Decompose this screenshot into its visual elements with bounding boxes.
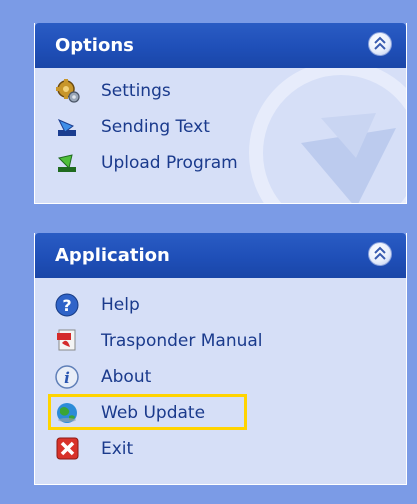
exit-x-icon: [55, 436, 81, 462]
application-panel-body: ? Help Trasponder Manual i About Web Upd…: [35, 278, 406, 484]
svg-text:?: ?: [62, 296, 71, 315]
options-panel-title: Options: [55, 35, 134, 56]
sending-text-item[interactable]: Sending Text: [55, 114, 210, 140]
trasponder-manual-label: Trasponder Manual: [101, 331, 263, 351]
options-panel-header[interactable]: Options: [35, 23, 406, 68]
settings-label: Settings: [101, 81, 171, 101]
web-update-label: Web Update: [101, 403, 206, 423]
web-update-item[interactable]: Web Update: [55, 400, 205, 426]
sending-text-label: Sending Text: [101, 117, 210, 137]
collapse-chevron-icon[interactable]: [368, 32, 392, 56]
settings-gear-icon: [55, 78, 81, 104]
watermark-arrow-icon: [249, 68, 406, 203]
application-panel-title: Application: [55, 245, 170, 266]
collapse-chevron-icon[interactable]: [368, 242, 392, 266]
info-icon: i: [55, 364, 81, 390]
options-panel-body: Settings Sending Text Upload Program: [35, 68, 406, 203]
globe-icon: [55, 400, 81, 426]
options-panel: Options Settings Sending Text Upload Pro…: [34, 23, 407, 204]
help-item[interactable]: ? Help: [55, 292, 140, 318]
application-panel: Application ? Help Trasponder Manual i A…: [34, 233, 407, 485]
about-label: About: [101, 367, 152, 387]
send-arrow-icon: [55, 114, 81, 140]
upload-program-item[interactable]: Upload Program: [55, 150, 238, 176]
about-item[interactable]: i About: [55, 364, 151, 390]
upload-program-label: Upload Program: [101, 153, 238, 173]
exit-label: Exit: [101, 439, 134, 459]
pdf-manual-icon: [55, 328, 81, 354]
settings-item[interactable]: Settings: [55, 78, 171, 104]
trasponder-manual-item[interactable]: Trasponder Manual: [55, 328, 263, 354]
application-panel-header[interactable]: Application: [35, 233, 406, 278]
help-label: Help: [101, 295, 140, 315]
exit-item[interactable]: Exit: [55, 436, 133, 462]
upload-arrow-icon: [55, 150, 81, 176]
svg-text:i: i: [64, 369, 70, 387]
help-icon: ?: [55, 292, 81, 318]
